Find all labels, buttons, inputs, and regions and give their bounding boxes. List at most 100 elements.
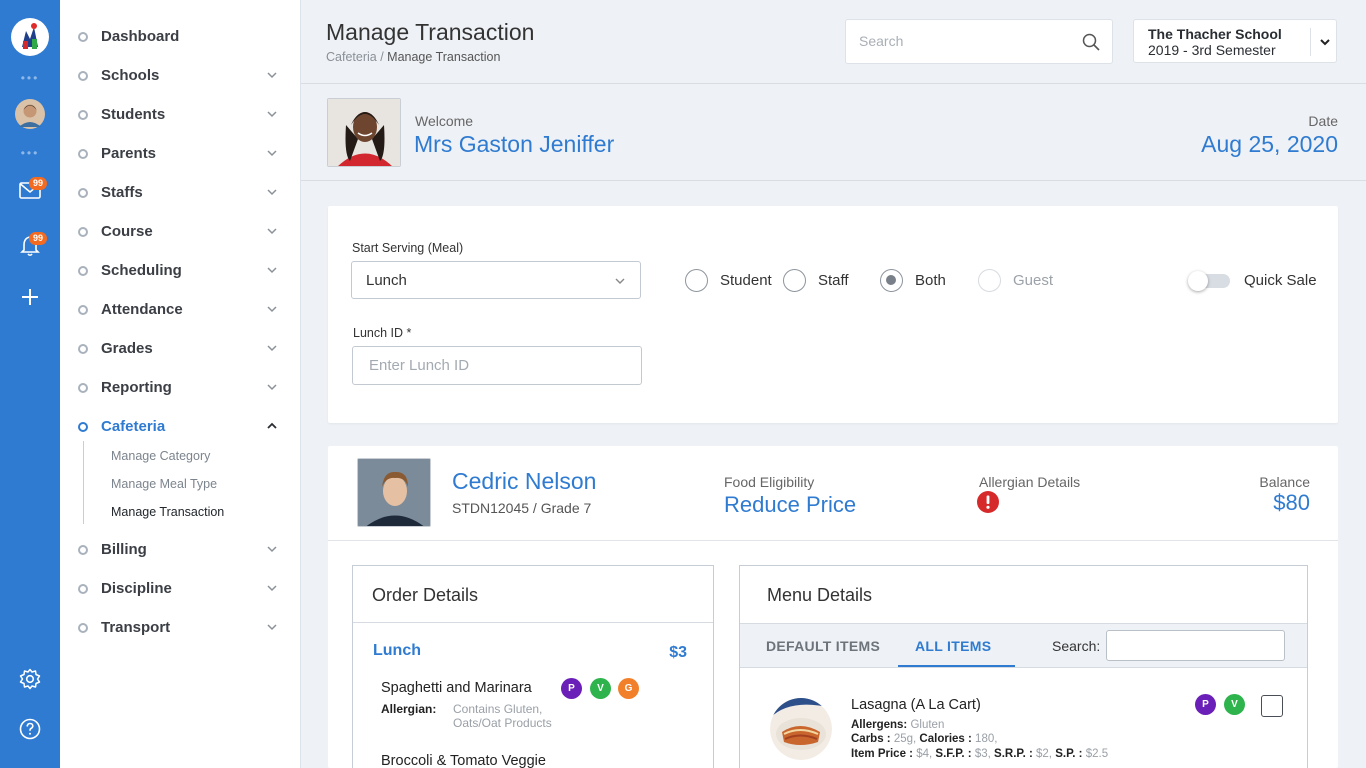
- sidebar-item-staffs[interactable]: Staffs: [60, 173, 300, 212]
- icon-rail: ••• ••• 99 99: [0, 0, 60, 768]
- submenu-manage-meal-type[interactable]: Manage Meal Type: [111, 477, 217, 491]
- school-term: 2019 - 3rd Semester: [1148, 42, 1276, 58]
- sidebar-item-label: Reporting: [101, 379, 172, 396]
- lunch-id-input[interactable]: [369, 357, 619, 374]
- logo-icon[interactable]: [0, 17, 60, 57]
- radio-label: Student: [720, 272, 772, 289]
- sidebar-item-reporting[interactable]: Reporting: [60, 368, 300, 407]
- mail-badge: 99: [29, 177, 48, 190]
- sidebar-item-label: Attendance: [101, 301, 183, 318]
- tab-default-items[interactable]: DEFAULT ITEMS: [766, 638, 880, 654]
- chevron-down-icon: [267, 306, 277, 313]
- rail-divider: •••: [20, 71, 40, 85]
- notification-badge: 99: [29, 232, 48, 245]
- order-meal-price: $3: [669, 644, 687, 661]
- chevron-down-icon: [267, 72, 277, 79]
- allergen-line: Contains Gluten,: [453, 702, 543, 716]
- settings-icon[interactable]: [0, 668, 60, 690]
- eligibility-label: Food Eligibility: [724, 474, 815, 490]
- date-label: Date: [1308, 113, 1338, 129]
- plus-icon[interactable]: [0, 287, 60, 307]
- submenu-manage-transaction[interactable]: Manage Transaction: [111, 505, 224, 519]
- allergen-line: Oats/Oat Products: [453, 716, 552, 730]
- user-avatar[interactable]: [0, 99, 60, 129]
- active-tab-indicator: [898, 665, 1015, 667]
- date-value: Aug 25, 2020: [1201, 131, 1338, 157]
- bullet-icon: [78, 421, 88, 432]
- sfp-label: S.F.P. :: [935, 748, 972, 760]
- radio-circle[interactable]: [783, 269, 806, 292]
- radio-staff[interactable]: Staff: [783, 269, 849, 292]
- carbs-value: 25g,: [893, 733, 917, 745]
- sidebar-item-schools[interactable]: Schools: [60, 56, 300, 95]
- student-card: Cedric Nelson STDN12045 / Grade 7 Food E…: [328, 446, 1338, 768]
- sidebar-item-label: Course: [101, 223, 153, 240]
- bullet-icon: [78, 265, 88, 276]
- menu-item-prices: Item Price : $4, S.F.P. : $3, S.R.P. : $…: [851, 748, 1108, 760]
- bullet-icon: [78, 304, 88, 315]
- divider: [1310, 28, 1311, 56]
- sidebar-item-students[interactable]: Students: [60, 95, 300, 134]
- carbs-label: Carbs :: [851, 733, 891, 745]
- menu-search-input[interactable]: [1107, 631, 1284, 660]
- menu-details-panel: Menu Details DEFAULT ITEMS ALL ITEMS Sea…: [739, 565, 1308, 768]
- sidebar-item-attendance[interactable]: Attendance: [60, 290, 300, 329]
- price-label: Item Price :: [851, 748, 913, 760]
- search-box: [845, 19, 1113, 64]
- bullet-icon: [78, 226, 88, 237]
- help-icon[interactable]: [0, 718, 60, 740]
- price-value: $4,: [916, 748, 933, 760]
- radio-circle[interactable]: [880, 269, 903, 292]
- toggle-knob[interactable]: [1188, 271, 1208, 291]
- welcome-label: Welcome: [415, 113, 474, 129]
- quick-sale-toggle[interactable]: [1188, 271, 1230, 291]
- radio-circle[interactable]: [685, 269, 708, 292]
- bullet-icon: [78, 70, 88, 81]
- search-input[interactable]: [859, 33, 1079, 49]
- page-header: Manage Transaction Cafeteria / Manage Tr…: [301, 0, 1366, 84]
- submenu-manage-category[interactable]: Manage Category: [111, 449, 210, 463]
- sidebar-item-grades[interactable]: Grades: [60, 329, 300, 368]
- sidebar-item-scheduling[interactable]: Scheduling: [60, 251, 300, 290]
- lunch-id-label: Lunch ID *: [353, 326, 412, 340]
- alert-icon[interactable]: [977, 491, 999, 513]
- sidebar-item-discipline[interactable]: Discipline: [60, 569, 300, 608]
- breadcrumb-current: Manage Transaction: [387, 50, 501, 64]
- bullet-icon: [78, 31, 88, 42]
- tab-all-items[interactable]: ALL ITEMS: [915, 638, 991, 654]
- menu-item-allergens: Allergens: Gluten: [851, 719, 944, 731]
- sp-label: S.P. :: [1055, 748, 1083, 760]
- radio-student[interactable]: Student: [685, 269, 772, 292]
- chevron-down-icon: [267, 345, 277, 352]
- page-title: Manage Transaction: [326, 19, 535, 45]
- meal-label: Start Serving (Meal): [352, 241, 464, 255]
- radio-guest[interactable]: Guest: [978, 269, 1053, 292]
- bullet-icon: [78, 187, 88, 198]
- quick-sale-label: Quick Sale: [1244, 272, 1317, 289]
- menu-search-field: [1106, 630, 1285, 661]
- radio-circle[interactable]: [978, 269, 1001, 292]
- menu-details-title: Menu Details: [767, 585, 873, 605]
- sidebar-item-transport[interactable]: Transport: [60, 608, 300, 647]
- school-selector[interactable]: The Thacher School 2019 - 3rd Semester: [1133, 19, 1337, 63]
- sidebar-item-parents[interactable]: Parents: [60, 134, 300, 173]
- search-icon[interactable]: [1082, 33, 1100, 51]
- sidebar-item-billing[interactable]: Billing: [60, 530, 300, 569]
- sidebar-item-cafeteria[interactable]: Cafeteria: [60, 407, 300, 446]
- order-details-panel: Order Details Lunch $3 Spaghetti and Mar…: [352, 565, 714, 768]
- sidebar-item-course[interactable]: Course: [60, 212, 300, 251]
- meal-select[interactable]: Lunch: [351, 261, 641, 299]
- welcome-banner: Welcome Mrs Gaston Jeniffer Date Aug 25,…: [301, 85, 1366, 181]
- divider: [353, 622, 713, 623]
- balance-label: Balance: [1259, 474, 1310, 490]
- chevron-down-icon: [267, 228, 277, 235]
- bullet-icon: [78, 544, 88, 555]
- menu-item-checkbox[interactable]: [1261, 695, 1283, 717]
- chevron-down-icon[interactable]: [1318, 35, 1332, 49]
- student-name: Cedric Nelson: [452, 468, 597, 494]
- chevron-down-icon: [267, 111, 277, 118]
- eligibility-value: Reduce Price: [724, 492, 857, 517]
- sidebar-item-dashboard[interactable]: Dashboard: [60, 17, 300, 56]
- radio-both[interactable]: Both: [880, 269, 946, 292]
- breadcrumb-parent[interactable]: Cafeteria /: [326, 50, 384, 64]
